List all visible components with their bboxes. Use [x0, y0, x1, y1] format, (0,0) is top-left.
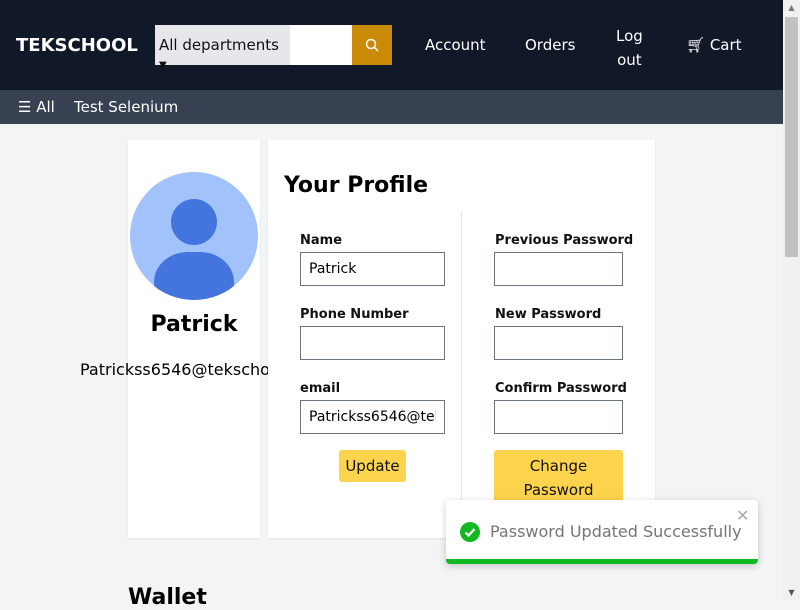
email-label: email: [300, 381, 341, 396]
all-menu-button[interactable]: ☰ All: [18, 98, 55, 116]
top-header: TEKSCHOOL All departments ▼ Account Orde…: [0, 0, 783, 90]
orders-link[interactable]: Orders: [525, 36, 575, 54]
sub-nav: ☰ All Test Selenium: [0, 90, 783, 124]
cart-link[interactable]: 🛒︎ Cart: [686, 36, 742, 54]
all-label: All: [36, 98, 55, 116]
confirm-password-input[interactable]: [494, 400, 623, 434]
phone-label: Phone Number: [300, 307, 409, 322]
page-title: Your Profile: [284, 173, 429, 198]
hamburger-icon: ☰: [18, 98, 32, 116]
name-label: Name: [300, 233, 343, 248]
search-input[interactable]: [290, 25, 352, 65]
success-toast: Password Updated Successfully ✕: [446, 500, 758, 564]
profile-name: Patrick: [150, 312, 238, 337]
new-password-label: New Password: [495, 307, 602, 322]
phone-input[interactable]: [300, 326, 445, 360]
profile-card: Patrick Patrickss6546@tekschool.us: [80, 140, 268, 538]
name-input[interactable]: [300, 252, 445, 286]
logout-line2: out: [617, 51, 642, 69]
scrollbar-thumb[interactable]: [785, 17, 798, 257]
profile-form-card: Your Profile Name Phone Number email Upd…: [268, 140, 655, 538]
update-button[interactable]: Update: [339, 450, 406, 482]
confirm-password-label: Confirm Password: [495, 381, 627, 396]
search-icon: [365, 38, 379, 52]
cart-label: Cart: [709, 36, 742, 54]
previous-password-label: Previous Password: [495, 233, 634, 248]
cart-icon: 🛒︎: [686, 36, 706, 54]
logo[interactable]: TEKSCHOOL: [16, 35, 138, 56]
logout-link[interactable]: Log out: [616, 24, 643, 72]
avatar: [130, 172, 258, 300]
scroll-up-icon[interactable]: ▲: [783, 3, 800, 12]
department-value: All departments: [159, 36, 279, 54]
change-password-line1: Change: [529, 457, 588, 475]
profile-email: Patrickss6546@tekschool.us: [80, 360, 268, 379]
wallet-title: Wallet: [128, 585, 207, 610]
toast-message: Password Updated Successfully: [490, 522, 742, 541]
divider: [461, 212, 462, 538]
scroll-down-icon[interactable]: ▼: [783, 588, 800, 597]
new-password-input[interactable]: [494, 326, 623, 360]
chevron-down-icon: ▼: [159, 60, 167, 71]
logout-line1: Log: [616, 27, 643, 45]
toast-progress-bar: [446, 559, 758, 564]
test-selenium-link[interactable]: Test Selenium: [74, 98, 178, 116]
account-link[interactable]: Account: [425, 36, 486, 54]
department-select[interactable]: All departments ▼: [155, 25, 290, 71]
change-password-line2: Password: [523, 481, 594, 499]
search-button[interactable]: [352, 25, 392, 65]
change-password-button[interactable]: Change Password: [494, 450, 623, 506]
check-circle-icon: [460, 522, 480, 542]
previous-password-input[interactable]: [494, 252, 623, 286]
close-icon[interactable]: ✕: [736, 506, 749, 525]
email-input[interactable]: [300, 400, 445, 434]
